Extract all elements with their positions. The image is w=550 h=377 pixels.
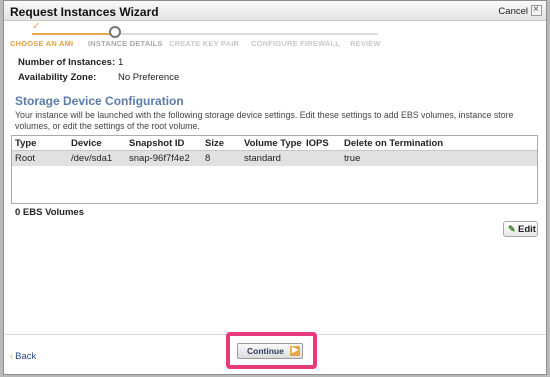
close-button[interactable]: × [531,4,542,16]
col-type: Type [15,138,37,149]
step-review: REVIEW [350,39,381,48]
cell-device: /dev/sda1 [71,153,113,164]
edit-button-label: Edit [518,224,536,235]
cell-type: Root [15,153,36,164]
cell-volume-type: standard [244,153,281,164]
check-icon: ✓ [32,21,41,32]
continue-button[interactable]: Continue ▶ [237,343,303,359]
title-bar: Request Instances Wizard Cancel × [4,1,546,21]
back-label: Back [15,351,37,362]
arrow-right-icon: ▶ [290,345,300,356]
ebs-volume-count: 0 EBS Volumes [15,207,84,218]
col-iops: IOPS [306,138,329,149]
continue-label: Continue [247,346,284,356]
step-configure-firewall: CONFIGURE FIREWALL [251,39,341,48]
progress-track-done [32,33,114,35]
zone-label: Availability Zone: [18,72,97,83]
col-device: Device [71,138,102,149]
step-instance-details: INSTANCE DETAILS [88,39,163,48]
wizard-progress: ✓ CHOOSE AN AMI INSTANCE DETAILS CREATE … [4,21,546,51]
dialog-title: Request Instances Wizard [10,5,159,19]
col-volume-type: Volume Type [244,138,302,149]
table-header: Type Device Snapshot ID Size Volume Type… [12,136,537,151]
instances-value: 1 [118,57,124,68]
chevron-left-icon: ‹ [10,351,14,362]
col-snapshot-id: Snapshot ID [129,138,185,149]
cell-snapshot-id: snap-96f7f4e2 [129,153,190,164]
instances-label: Number of Instances: [18,57,116,68]
col-delete-on-termination: Delete on Termination [344,138,444,149]
cell-size: 8 [205,153,211,164]
table-row[interactable]: Root /dev/sda1 snap-96f7f4e2 8 standard … [12,151,537,166]
cell-delete-on-termination: true [344,153,361,164]
cancel-link[interactable]: Cancel [498,6,528,17]
storage-description: Your instance will be launched with the … [15,110,514,131]
storage-table: Type Device Snapshot ID Size Volume Type… [11,135,538,204]
step-choose-ami: CHOOSE AN AMI [10,39,74,48]
zone-value: No Preference [118,72,180,83]
back-link[interactable]: ‹ Back [10,351,36,362]
storage-section-title: Storage Device Configuration [15,94,184,108]
close-icon: × [533,4,539,15]
wizard-dialog: Request Instances Wizard Cancel × ✓ CHOO… [3,0,547,375]
step-create-key-pair: CREATE KEY PAIR [169,39,240,48]
edit-button[interactable]: ✎ Edit [503,221,538,237]
pencil-icon: ✎ [508,224,516,234]
current-step-indicator [109,26,121,38]
col-size: Size [205,138,225,149]
